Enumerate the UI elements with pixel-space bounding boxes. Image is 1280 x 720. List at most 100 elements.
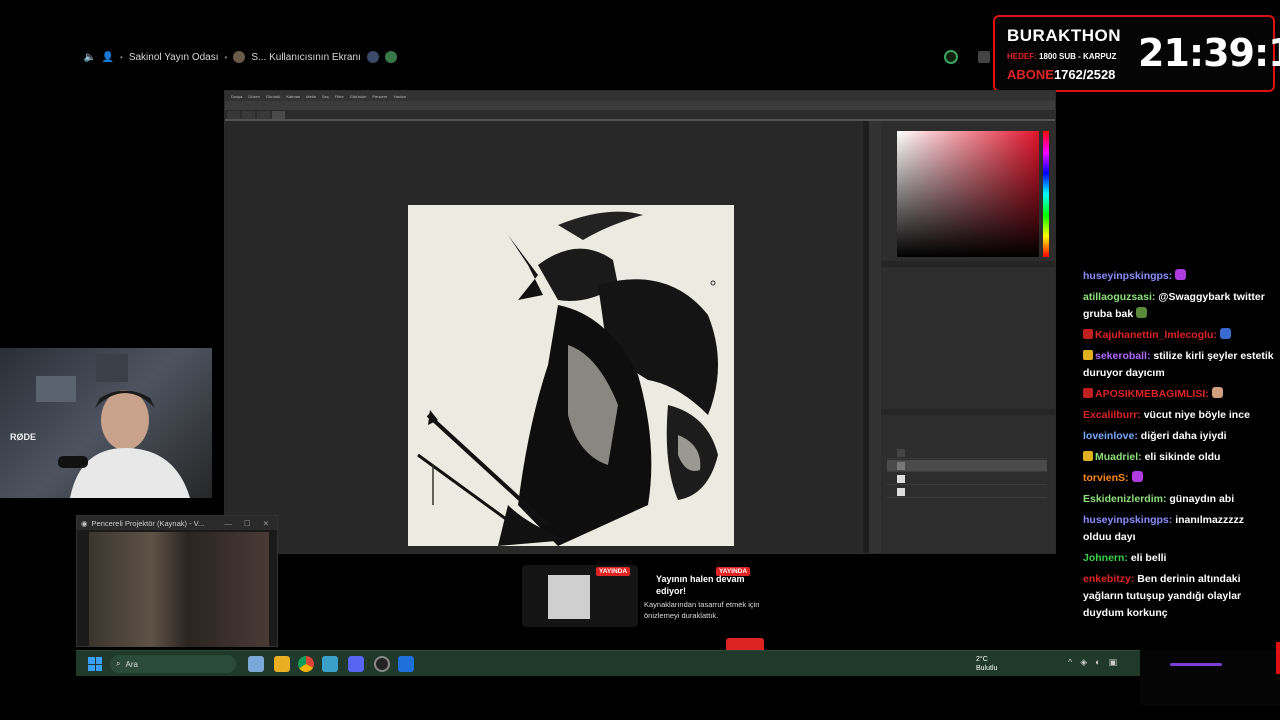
artwork-canvas[interactable] [408, 205, 734, 546]
weather-desc: Bulutlu [976, 665, 998, 672]
ps-menu-item[interactable]: Seç [322, 94, 329, 99]
layer-thumbnail [897, 475, 905, 483]
notification-icon[interactable]: ▣ [1109, 657, 1118, 668]
document-tab[interactable] [256, 111, 270, 119]
chat-username[interactable]: Johnern: [1083, 552, 1128, 564]
toast-body: Kaynaklarından tasarruf etmek için önizl… [644, 600, 760, 620]
ps-menu-item[interactable]: Filtre [335, 94, 344, 99]
emote-icon [1219, 328, 1231, 339]
chat-username[interactable]: sekeroball: [1095, 350, 1150, 362]
avatar [384, 51, 397, 63]
emote-icon [1211, 387, 1223, 398]
panel-divider [881, 409, 1055, 415]
search-label: Ara [125, 659, 138, 669]
document-tab[interactable] [227, 111, 240, 119]
chat-message: Eskidenizlerdim: günaydın abi [1083, 491, 1275, 508]
popout-icon[interactable] [978, 51, 990, 63]
chat-message: Muadriel: eli sikinde oldu [1083, 449, 1275, 466]
sub-label: ABONE [1007, 67, 1054, 82]
layer-row[interactable] [887, 486, 1047, 498]
chat-text: vücut niye böyle ince [1143, 409, 1250, 421]
avatar [233, 51, 246, 63]
end-stream-button[interactable] [726, 638, 764, 650]
chat-username[interactable]: Eskidenizlerdim: [1083, 493, 1166, 505]
windows-start-icon[interactable] [88, 657, 102, 671]
taskbar-search[interactable]: ⌕ Ara [110, 655, 236, 673]
emote-icon [1136, 307, 1148, 318]
live-badge: YAYINDA [596, 567, 631, 576]
maximize-icon[interactable]: ☐ [244, 519, 251, 528]
ps-menu-item[interactable]: Dosya [231, 94, 242, 99]
chrome-icon[interactable] [298, 656, 314, 672]
chat-username[interactable]: Kajuhanettin_lmlecoglu: [1095, 329, 1217, 341]
hue-slider[interactable] [1043, 131, 1049, 257]
ps-toolbar[interactable] [869, 121, 881, 553]
screen-share-title: S... Kullanıcısının Ekranı [251, 51, 361, 63]
chat-username[interactable]: huseyinpskingps: [1083, 270, 1172, 282]
ps-menu-item[interactable]: Yardım [393, 94, 406, 99]
ps-menu-item[interactable]: Metin [306, 94, 316, 99]
ps-options-bar[interactable] [225, 101, 1055, 111]
chat-text: günaydın abi [1169, 493, 1235, 505]
ps-menu-item[interactable]: Pencere [372, 94, 387, 99]
projector-title: Pencereli Projektör (Kaynak) - V... [91, 518, 205, 528]
file-explorer-icon[interactable] [248, 656, 264, 672]
chat-username[interactable]: huseyinpskingps: [1083, 514, 1172, 526]
ps-canvas-area[interactable] [225, 121, 865, 553]
chat-username[interactable]: enkebitzy: [1083, 573, 1134, 585]
user-badge-icon [1083, 329, 1093, 339]
minimize-icon[interactable]: — [224, 519, 232, 528]
weather-widget[interactable]: 2°C Bulutlu [976, 655, 997, 673]
chat-username[interactable]: Muadriel: [1095, 451, 1142, 463]
webcam-feed: RØDE [0, 348, 212, 498]
chat-feed: huseyinpskingps: atillaoguzsasi: @Swaggyb… [1083, 268, 1275, 626]
document-tab[interactable] [241, 111, 255, 119]
chevron-up-icon[interactable]: ^ [1068, 657, 1072, 668]
ps-document-tabs [225, 111, 1055, 119]
chat-username[interactable]: Excalilburr: [1083, 409, 1141, 421]
volume-icon[interactable]: ◐ [1095, 657, 1100, 668]
chat-message: Johnern: eli belli [1083, 550, 1275, 567]
stream-overlay-corner [1140, 650, 1280, 706]
photoshop-window[interactable]: Dosya Düzen Görüntü Katman Metin Seç Filtre Gör… [224, 90, 1056, 554]
separator-dot: • [120, 52, 123, 62]
separator-dot: • [224, 52, 228, 62]
user-badge-icon [1083, 350, 1093, 360]
network-icon[interactable]: ◈ [1080, 657, 1087, 668]
weather-temp: 2°C [976, 656, 988, 663]
document-tab-active[interactable] [271, 111, 285, 119]
chat-username[interactable]: APOSIKMEBAGIMLISI: [1095, 388, 1209, 400]
chat-text: diğeri daha iyiydi [1140, 430, 1227, 442]
ps-menu-item[interactable]: Görüntü [266, 94, 280, 99]
overlay-edge [1276, 642, 1280, 674]
panel-divider [881, 261, 1055, 267]
discord-icon[interactable] [348, 656, 364, 672]
goal-value: 1800 SUB - KARPUZ [1039, 52, 1117, 61]
folder-icon[interactable] [274, 656, 290, 672]
color-picker-field[interactable] [897, 131, 1039, 257]
streamer-silhouette [36, 354, 190, 498]
projector-window[interactable]: ◉ Pencereli Projektör (Kaynak) - V... — … [76, 515, 278, 647]
chat-message: loveinlove: diğeri daha iyiydi [1083, 428, 1275, 445]
stream-toast: YAYINDA YAYINDA Yayının halen devam ediy… [522, 565, 762, 627]
ps-menu-item[interactable]: Katman [286, 94, 300, 99]
layer-row[interactable] [887, 473, 1047, 485]
ps-menu-item[interactable]: Görünüm [350, 94, 367, 99]
chat-username[interactable]: torvienS: [1083, 472, 1129, 484]
samurai-sketch [417, 211, 718, 546]
chat-username[interactable]: atillaoguzsasi: [1083, 291, 1155, 303]
layer-row-selected[interactable] [887, 460, 1047, 472]
speaker-icon[interactable]: 🔈 [84, 51, 96, 63]
ps-menu-item[interactable]: Düzen [248, 94, 260, 99]
chat-message: sekeroball: stilize kirli şeyler estetik… [1083, 348, 1275, 382]
settings-icon[interactable] [322, 656, 338, 672]
chat-username[interactable]: loveinlove: [1083, 430, 1138, 442]
chat-text: eli belli [1130, 552, 1167, 564]
projector-preview [89, 532, 269, 647]
ps-panels [881, 121, 1055, 553]
connection-status-icon[interactable] [944, 50, 958, 64]
close-icon[interactable]: ✕ [263, 519, 269, 528]
layer-row[interactable] [887, 447, 1047, 459]
app-icon[interactable] [398, 656, 414, 672]
obs-icon[interactable] [374, 656, 390, 672]
